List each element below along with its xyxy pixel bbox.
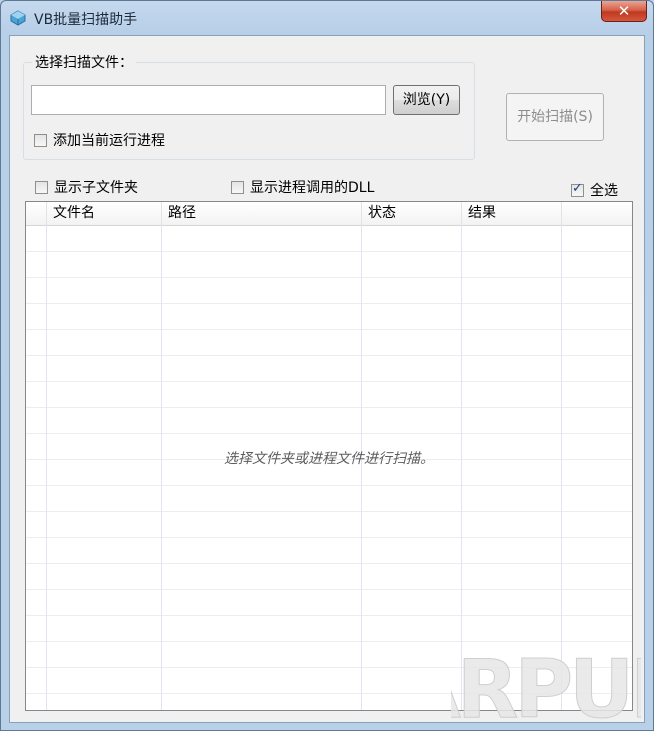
add-running-process-checkbox[interactable]: 添加当前运行进程 <box>34 130 165 150</box>
scan-results-list[interactable]: 文件名 路径 状态 结果 选择文件夹或进程文件进行扫描。 <box>25 201 633 711</box>
empty-hint: 选择文件夹或进程文件进行扫描。 <box>224 451 434 467</box>
checkbox-label: 显示子文件夹 <box>54 180 138 196</box>
grid-row-line <box>26 589 632 590</box>
show-subfolders-checkbox[interactable]: 显示子文件夹 <box>35 177 138 197</box>
list-header: 文件名 路径 状态 结果 <box>26 202 632 226</box>
close-button[interactable]: ✕ <box>601 1 647 22</box>
column-header-select[interactable] <box>26 202 47 225</box>
grid-row-line <box>26 641 632 642</box>
grid-row-line <box>26 407 632 408</box>
grid-row-line <box>26 329 632 330</box>
checkbox-label: 全选 <box>590 183 618 199</box>
grid-column-line <box>161 225 162 710</box>
grid-column-line <box>461 225 462 710</box>
checkbox-box[interactable] <box>571 181 584 197</box>
grid-row-line <box>26 355 632 356</box>
grid-row-line <box>26 615 632 616</box>
checkbox-box[interactable] <box>231 180 244 194</box>
grid-row-line <box>26 277 632 278</box>
grid-row-line <box>26 511 632 512</box>
column-header-status[interactable]: 状态 <box>362 202 462 225</box>
window-title: VB批量扫描助手 <box>34 12 138 28</box>
start-scan-button[interactable]: 开始扫描(S) <box>506 93 604 141</box>
column-header-extra[interactable] <box>562 202 632 225</box>
watermark-logo: ARPUN <box>451 647 641 725</box>
app-icon <box>10 10 26 26</box>
grid-row-line <box>26 485 632 486</box>
grid-row-line <box>26 433 632 434</box>
grid-row-line <box>26 381 632 382</box>
grid-row-line <box>26 563 632 564</box>
column-header-result[interactable]: 结果 <box>462 202 562 225</box>
checkbox-label: 添加当前运行进程 <box>53 133 165 149</box>
checkbox-box[interactable] <box>35 180 48 194</box>
grid-column-line <box>46 225 47 710</box>
app-window: VB批量扫描助手 ✕ 选择扫描文件： 浏览(Y) 添加当前运行进程 开始扫描(S… <box>0 0 654 731</box>
client-area: 选择扫描文件： 浏览(Y) 添加当前运行进程 开始扫描(S) 显示子文件夹 显示… <box>9 35 645 723</box>
group-label: 选择扫描文件： <box>32 52 136 72</box>
column-header-filename[interactable]: 文件名 <box>47 202 162 225</box>
checkbox-label: 显示进程调用的DLL <box>250 180 375 196</box>
grid-column-line <box>561 225 562 710</box>
browse-button[interactable]: 浏览(Y) <box>393 85 460 115</box>
checkbox-box[interactable] <box>34 133 47 147</box>
title-bar[interactable]: VB批量扫描助手 ✕ <box>1 1 653 35</box>
column-header-path[interactable]: 路径 <box>162 202 362 225</box>
path-input[interactable] <box>31 85 386 115</box>
scan-file-group: 选择扫描文件： 浏览(Y) 添加当前运行进程 <box>23 52 475 160</box>
grid-column-line <box>361 225 362 710</box>
close-icon: ✕ <box>617 2 631 20</box>
show-dll-checkbox[interactable]: 显示进程调用的DLL <box>231 177 374 197</box>
select-all-checkbox[interactable]: 全选 <box>571 180 618 200</box>
watermark-text: ARPUN <box>451 647 641 725</box>
grid-row-line <box>26 251 632 252</box>
grid-row-line <box>26 537 632 538</box>
grid-row-line <box>26 303 632 304</box>
